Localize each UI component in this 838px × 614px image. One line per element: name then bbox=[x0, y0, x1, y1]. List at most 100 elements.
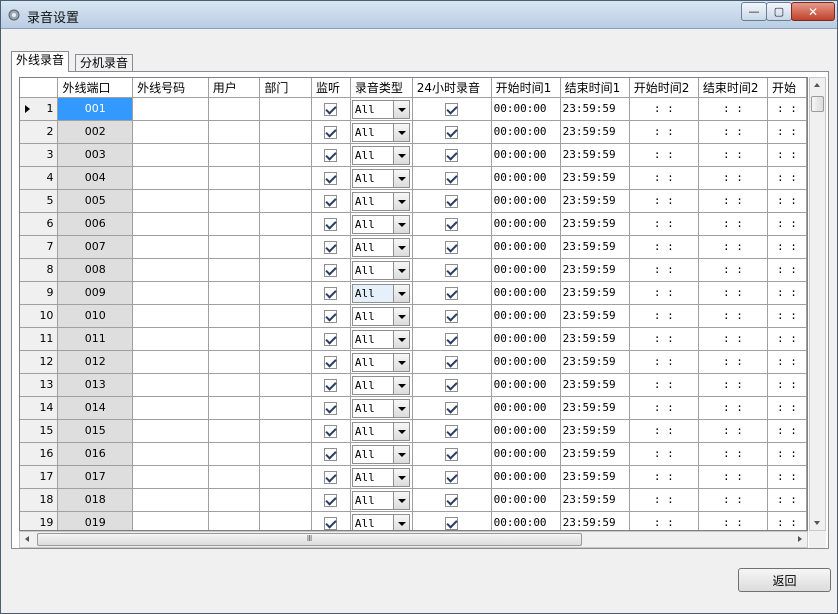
trunk-number-cell[interactable] bbox=[132, 281, 209, 305]
col-monitor-header[interactable]: 监听 bbox=[311, 78, 351, 98]
table-row[interactable]: 6 006 All 00:00:00 23:59:59: :: :: : bbox=[20, 212, 807, 236]
record-24h-checkbox[interactable] bbox=[445, 102, 459, 116]
end-time-1-cell[interactable]: 23:59:59 bbox=[560, 419, 630, 443]
start-time-1-cell[interactable]: 00:00:00 bbox=[491, 304, 561, 328]
chevron-down-icon[interactable] bbox=[392, 330, 409, 348]
start-time-3-cell[interactable]: : : bbox=[767, 189, 807, 213]
table-row[interactable]: 16 016 All 00:00:00 23:59:59: :: :: : bbox=[20, 442, 807, 466]
record-24h-checkbox[interactable] bbox=[445, 286, 459, 300]
start-time-2-cell[interactable]: : : bbox=[629, 120, 699, 144]
start-time-2-cell[interactable]: : : bbox=[629, 258, 699, 282]
record-24h-checkbox[interactable] bbox=[445, 194, 459, 208]
monitor-checkbox[interactable] bbox=[324, 263, 338, 277]
row-header[interactable]: 9 bbox=[20, 281, 59, 305]
close-button[interactable]: ✕ bbox=[791, 2, 835, 21]
department-cell[interactable] bbox=[259, 350, 312, 374]
user-cell[interactable] bbox=[208, 419, 261, 443]
row-header[interactable]: 6 bbox=[20, 212, 59, 236]
start-time-2-cell[interactable]: : : bbox=[629, 235, 699, 259]
trunk-port-cell[interactable]: 008 bbox=[57, 258, 134, 282]
monitor-checkbox[interactable] bbox=[324, 194, 338, 208]
user-cell[interactable] bbox=[208, 442, 261, 466]
monitor-checkbox[interactable] bbox=[324, 401, 338, 415]
start-time-3-cell[interactable]: : : bbox=[767, 465, 807, 489]
record-type-select[interactable]: All bbox=[351, 122, 410, 142]
trunk-port-cell[interactable]: 009 bbox=[57, 281, 134, 305]
user-cell[interactable] bbox=[208, 281, 261, 305]
table-row[interactable]: 15 015 All 00:00:00 23:59:59: :: :: : bbox=[20, 419, 807, 443]
trunk-number-cell[interactable] bbox=[132, 442, 209, 466]
trunk-port-cell[interactable]: 006 bbox=[57, 212, 134, 236]
col-trunk-port-header[interactable]: 外线端口 bbox=[57, 78, 134, 98]
chevron-down-icon[interactable] bbox=[392, 123, 409, 141]
row-header[interactable]: 12 bbox=[20, 350, 59, 374]
start-time-3-cell[interactable]: : : bbox=[767, 373, 807, 397]
row-header[interactable]: 1 bbox=[20, 97, 59, 121]
maximize-button[interactable]: ▢ bbox=[766, 2, 792, 21]
end-time-2-cell[interactable]: : : bbox=[698, 396, 768, 420]
end-time-1-cell[interactable]: 23:59:59 bbox=[560, 281, 630, 305]
row-header[interactable]: 7 bbox=[20, 235, 59, 259]
end-time-1-cell[interactable]: 23:59:59 bbox=[560, 373, 630, 397]
user-cell[interactable] bbox=[208, 212, 261, 236]
scroll-right-arrow-icon[interactable] bbox=[792, 532, 807, 547]
user-cell[interactable] bbox=[208, 350, 261, 374]
end-time-2-cell[interactable]: : : bbox=[698, 281, 768, 305]
record-type-select[interactable]: All bbox=[351, 467, 410, 487]
start-time-2-cell[interactable]: : : bbox=[629, 465, 699, 489]
end-time-1-cell[interactable]: 23:59:59 bbox=[560, 511, 630, 530]
end-time-1-cell[interactable]: 23:59:59 bbox=[560, 396, 630, 420]
department-cell[interactable] bbox=[259, 120, 312, 144]
trunk-number-cell[interactable] bbox=[132, 166, 209, 190]
start-time-2-cell[interactable]: : : bbox=[629, 419, 699, 443]
record-type-select[interactable]: All bbox=[351, 191, 410, 211]
user-cell[interactable] bbox=[208, 143, 261, 167]
department-cell[interactable] bbox=[259, 511, 312, 530]
end-time-2-cell[interactable]: : : bbox=[698, 327, 768, 351]
row-header[interactable]: 15 bbox=[20, 419, 59, 443]
end-time-1-cell[interactable]: 23:59:59 bbox=[560, 350, 630, 374]
chevron-down-icon[interactable] bbox=[392, 284, 409, 302]
user-cell[interactable] bbox=[208, 189, 261, 213]
user-cell[interactable] bbox=[208, 120, 261, 144]
col-user-header[interactable]: 用户 bbox=[208, 78, 261, 98]
row-header[interactable]: 13 bbox=[20, 373, 59, 397]
record-type-select[interactable]: All bbox=[351, 260, 410, 280]
start-time-1-cell[interactable]: 00:00:00 bbox=[491, 511, 561, 530]
start-time-2-cell[interactable]: : : bbox=[629, 304, 699, 328]
start-time-2-cell[interactable]: : : bbox=[629, 166, 699, 190]
record-24h-checkbox[interactable] bbox=[445, 240, 459, 254]
trunk-port-cell[interactable]: 017 bbox=[57, 465, 134, 489]
start-time-2-cell[interactable]: : : bbox=[629, 212, 699, 236]
chevron-down-icon[interactable] bbox=[392, 514, 409, 530]
department-cell[interactable] bbox=[259, 327, 312, 351]
row-header[interactable]: 8 bbox=[20, 258, 59, 282]
end-time-1-cell[interactable]: 23:59:59 bbox=[560, 465, 630, 489]
department-cell[interactable] bbox=[259, 465, 312, 489]
end-time-1-cell[interactable]: 23:59:59 bbox=[560, 327, 630, 351]
scroll-left-arrow-icon[interactable] bbox=[20, 532, 35, 547]
end-time-1-cell[interactable]: 23:59:59 bbox=[560, 258, 630, 282]
table-row[interactable]: 13 013 All 00:00:00 23:59:59: :: :: : bbox=[20, 373, 807, 397]
tab-trunk-recording[interactable]: 外线录音 bbox=[11, 51, 70, 72]
record-24h-checkbox[interactable] bbox=[445, 355, 459, 369]
chevron-down-icon[interactable] bbox=[392, 468, 409, 486]
monitor-checkbox[interactable] bbox=[324, 332, 338, 346]
start-time-1-cell[interactable]: 00:00:00 bbox=[491, 97, 561, 121]
end-time-1-cell[interactable]: 23:59:59 bbox=[560, 120, 630, 144]
monitor-checkbox[interactable] bbox=[324, 102, 338, 116]
start-time-3-cell[interactable]: : : bbox=[767, 511, 807, 530]
start-time-2-cell[interactable]: : : bbox=[629, 373, 699, 397]
col-trunk-number-header[interactable]: 外线号码 bbox=[132, 78, 209, 98]
trunk-port-cell[interactable]: 013 bbox=[57, 373, 134, 397]
start-time-1-cell[interactable]: 00:00:00 bbox=[491, 327, 561, 351]
record-24h-checkbox[interactable] bbox=[445, 424, 459, 438]
department-cell[interactable] bbox=[259, 396, 312, 420]
start-time-3-cell[interactable]: : : bbox=[767, 419, 807, 443]
monitor-checkbox[interactable] bbox=[324, 355, 338, 369]
table-row[interactable]: 9 009 All 00:00:00 23:59:59: :: :: : bbox=[20, 281, 807, 305]
trunk-port-cell[interactable]: 019 bbox=[57, 511, 134, 530]
monitor-checkbox[interactable] bbox=[324, 378, 338, 392]
end-time-1-cell[interactable]: 23:59:59 bbox=[560, 235, 630, 259]
start-time-1-cell[interactable]: 00:00:00 bbox=[491, 488, 561, 512]
